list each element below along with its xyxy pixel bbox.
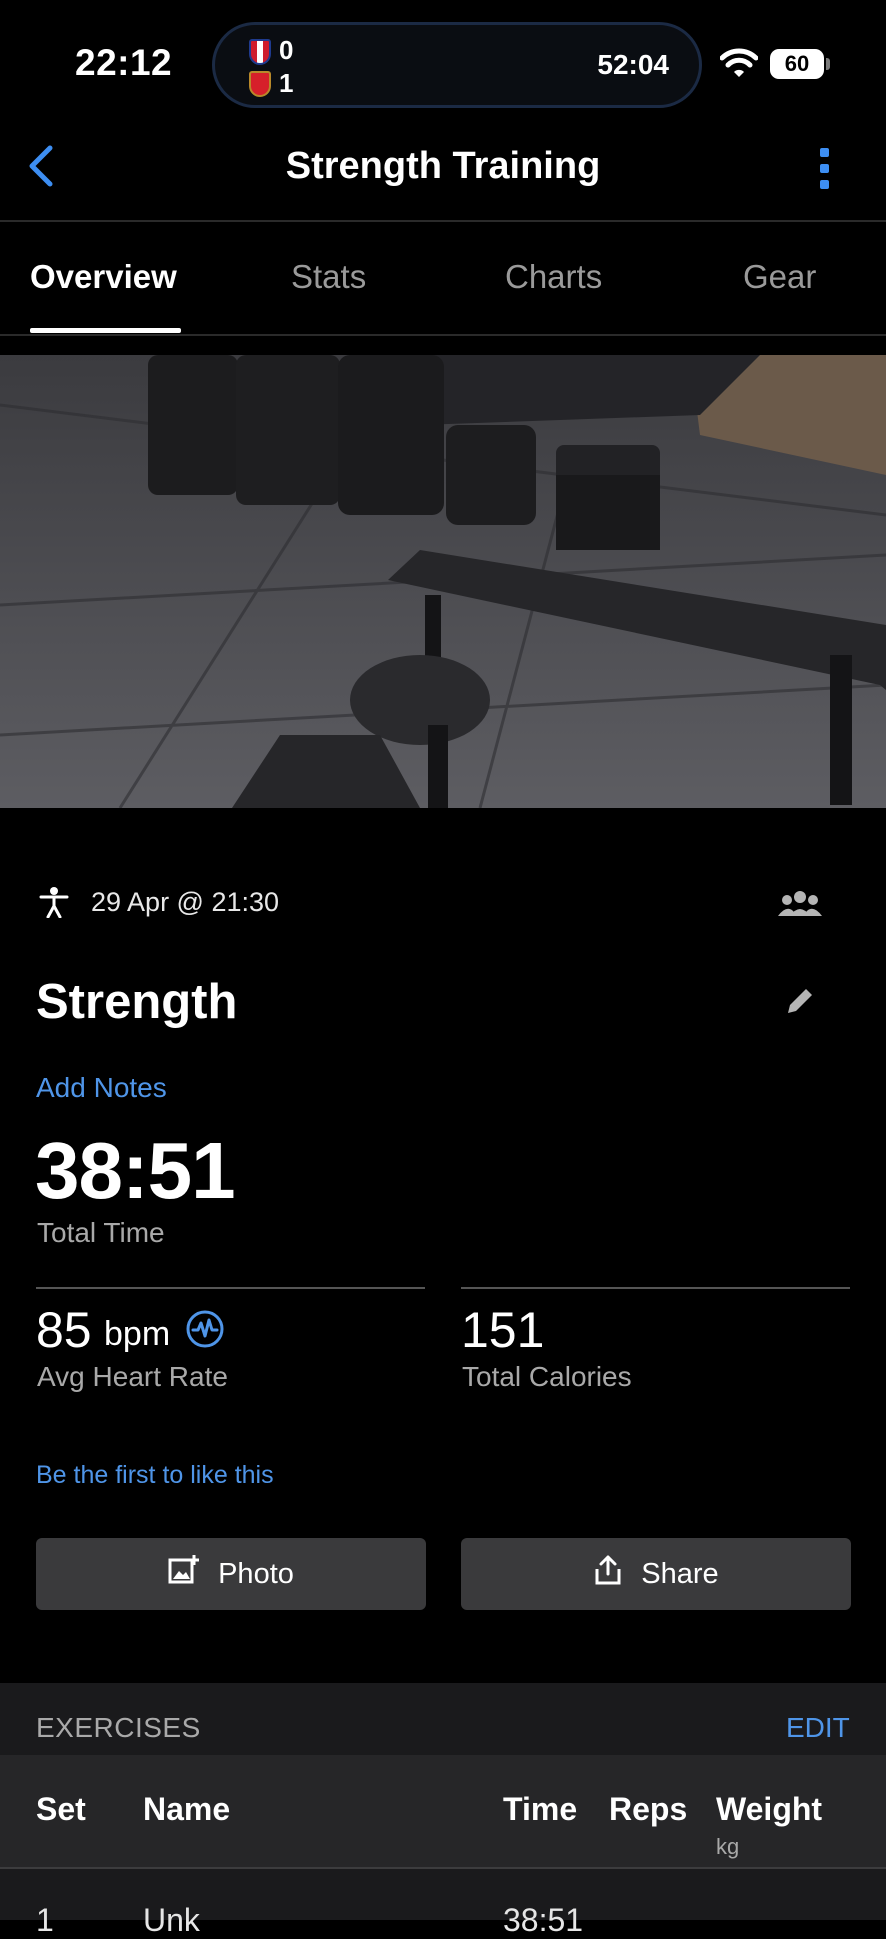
table-row[interactable] [0, 1869, 886, 1920]
activity-photo[interactable] [0, 355, 886, 808]
stat-divider [461, 1287, 850, 1289]
strength-activity-icon [38, 886, 70, 923]
row-set: 1 [36, 1902, 54, 1938]
more-options-button[interactable] [817, 148, 833, 192]
tab-overview[interactable]: Overview [30, 258, 177, 296]
add-photo-button[interactable]: Photo [36, 1538, 426, 1610]
page-title: Strength Training [285, 145, 601, 187]
group-icon[interactable] [778, 890, 822, 923]
total-time-value: 38:51 [35, 1126, 236, 1215]
total-time-label: Total Time [37, 1217, 165, 1248]
home-score: 0 [279, 35, 294, 65]
avg-heart-rate-value: 85 [36, 1302, 92, 1358]
wifi-icon [719, 48, 759, 83]
row-time: 38:51 [503, 1902, 584, 1938]
share-button[interactable]: Share [461, 1538, 851, 1610]
column-name: Name [143, 1791, 231, 1827]
tab-gear[interactable]: Gear [743, 258, 816, 296]
column-set: Set [36, 1791, 86, 1827]
activity-name: Strength [36, 975, 238, 1029]
avg-heart-rate-label: Avg Heart Rate [37, 1361, 228, 1392]
photo-button-label: Photo [218, 1557, 294, 1590]
column-reps: Reps [609, 1791, 688, 1827]
more-dot [820, 180, 829, 189]
total-calories-value: 151 [461, 1302, 545, 1358]
share-button-label: Share [641, 1557, 719, 1590]
total-calories-label: Total Calories [462, 1361, 632, 1392]
active-tab-indicator [30, 328, 181, 333]
battery-cap [826, 58, 830, 70]
tabs-divider [0, 334, 886, 336]
live-activity-pill[interactable]: 0 1 52:04 [212, 22, 702, 108]
match-clock: 52:04 [597, 49, 669, 80]
add-notes-link[interactable]: Add Notes [36, 1072, 167, 1104]
away-score: 1 [279, 68, 294, 98]
like-prompt-link[interactable]: Be the first to like this [36, 1461, 274, 1490]
weight-unit: kg [716, 1834, 740, 1859]
row-name: Unk [143, 1902, 200, 1938]
avg-heart-rate-unit: bpm [104, 1315, 171, 1353]
column-time: Time [503, 1791, 578, 1827]
tab-charts[interactable]: Charts [505, 258, 602, 296]
activity-date: 29 Apr @ 21:30 [91, 887, 280, 917]
tab-stats[interactable]: Stats [291, 258, 366, 296]
share-icon [593, 1554, 623, 1594]
exercises-title: EXERCISES [36, 1712, 201, 1743]
add-photo-icon [168, 1554, 200, 1594]
column-weight: Weight [716, 1791, 823, 1827]
more-dot [820, 148, 829, 157]
nav-divider [0, 220, 886, 222]
home-team-crest-icon [249, 39, 271, 65]
pencil-icon[interactable] [784, 985, 816, 1022]
away-team-crest-icon [249, 71, 271, 97]
status-time: 22:12 [75, 42, 173, 83]
battery-indicator: 60 [770, 49, 824, 79]
more-dot [820, 164, 829, 173]
exercises-edit-button[interactable]: EDIT [786, 1712, 850, 1744]
stat-divider [36, 1287, 425, 1289]
heart-rate-icon[interactable] [186, 1310, 224, 1353]
